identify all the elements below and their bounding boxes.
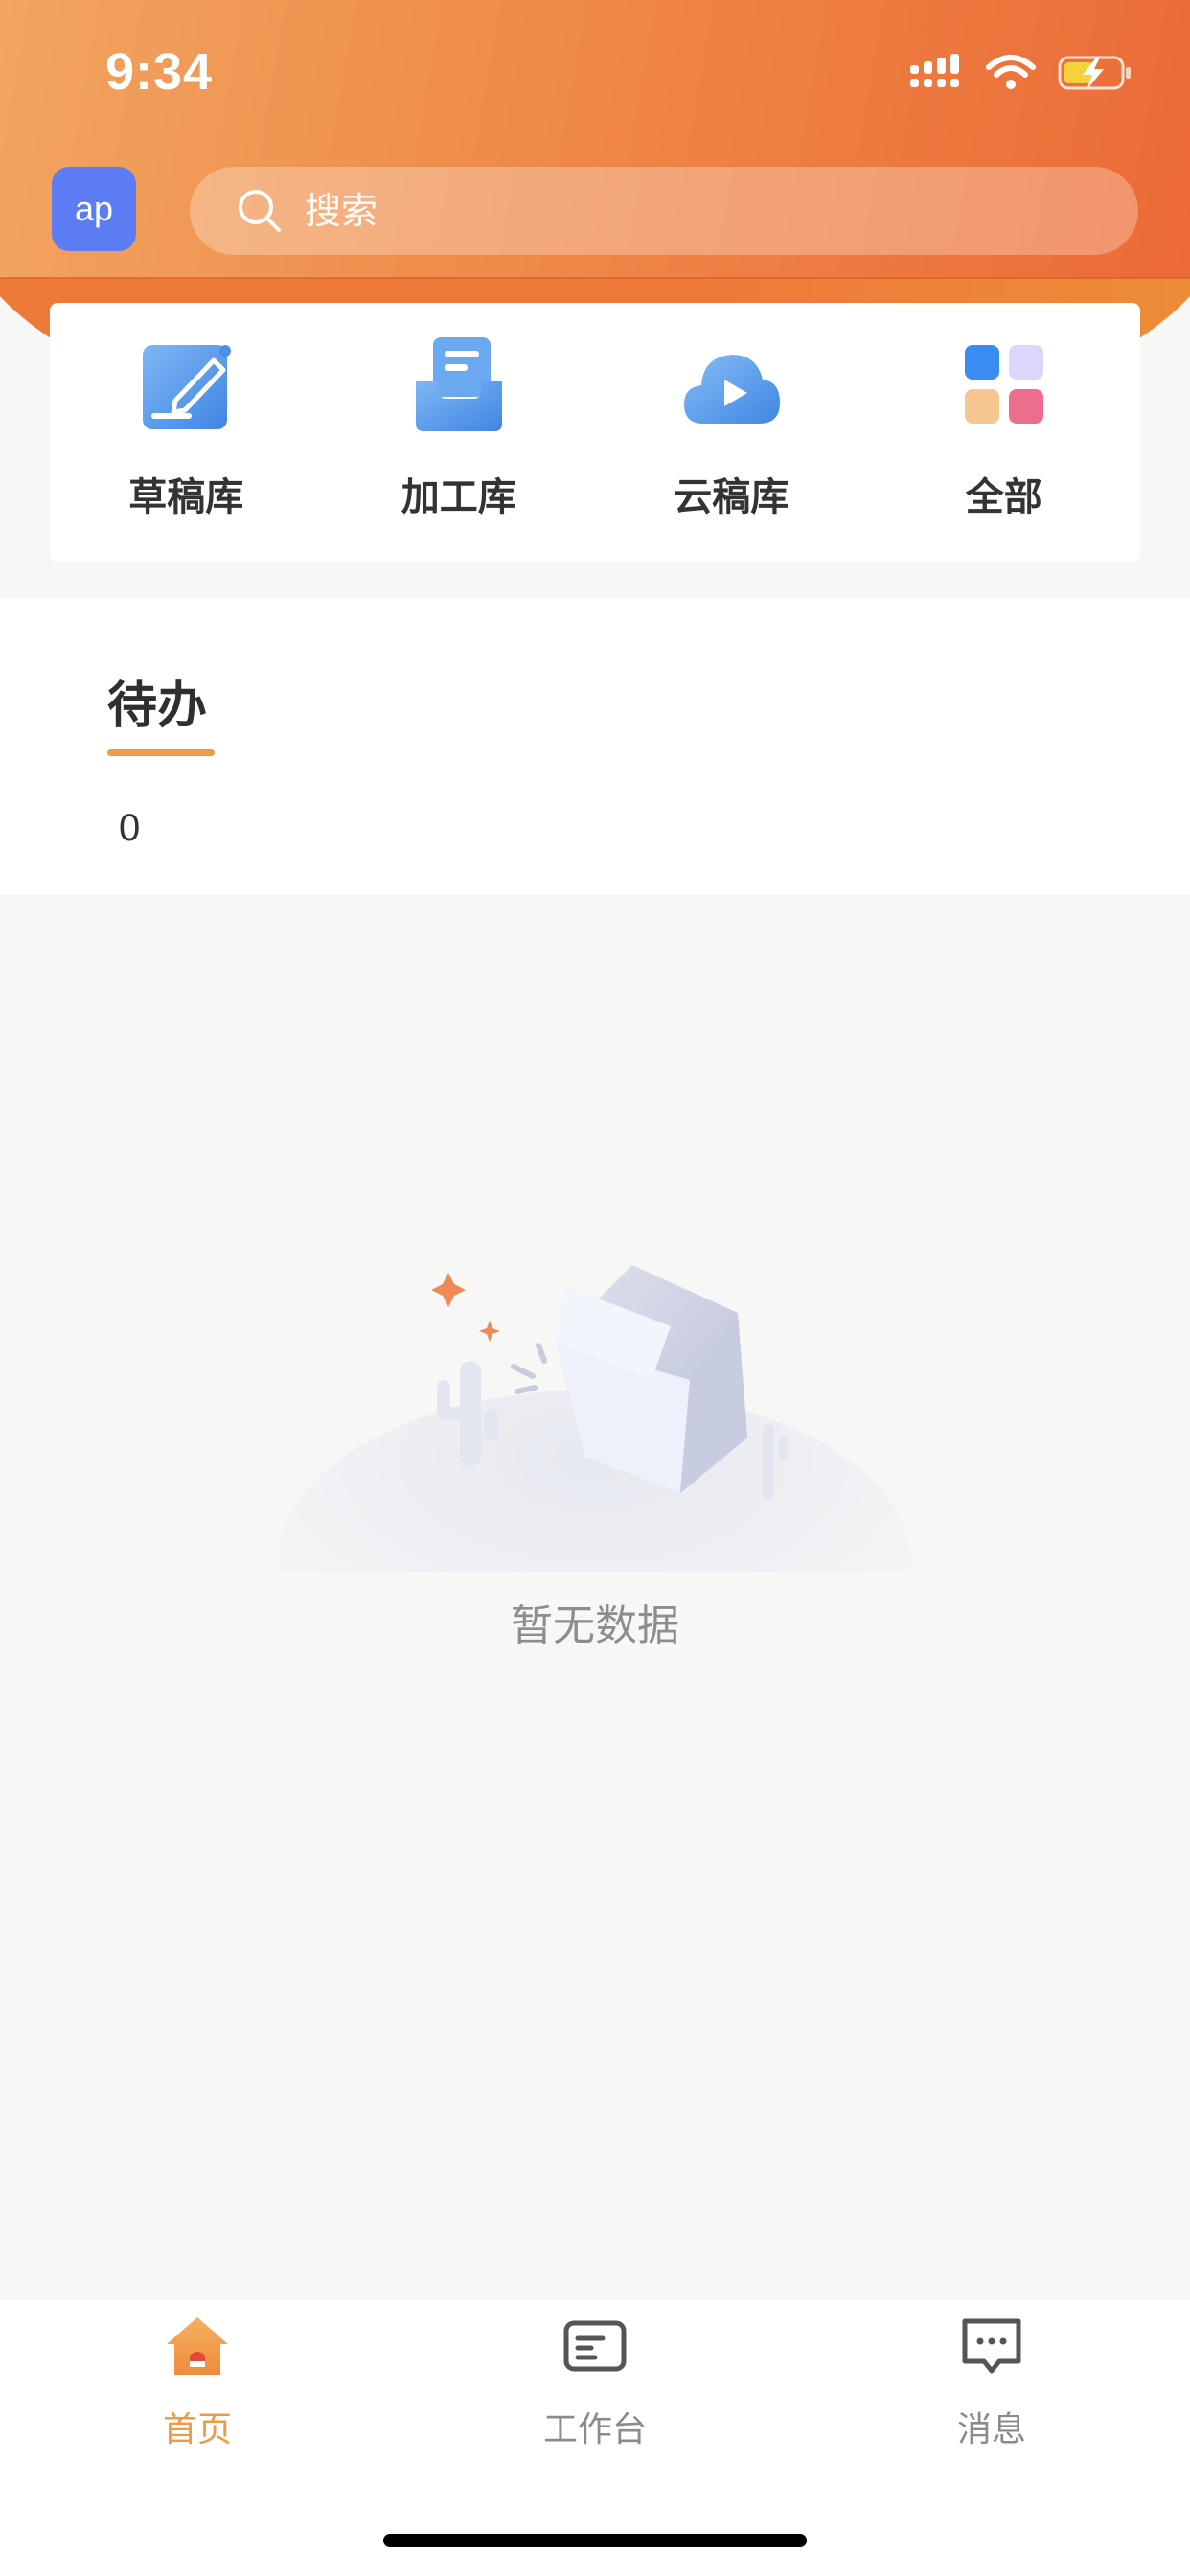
todo-section: 待办 0	[0, 598, 1190, 895]
status-icons	[910, 54, 1134, 92]
quick-action-label: 草稿库	[128, 475, 244, 519]
todo-count: 0	[119, 807, 141, 849]
all-apps-grid-icon	[964, 345, 1043, 424]
quick-action-all[interactable]: 全部	[889, 303, 1119, 521]
quick-action-cloud-library[interactable]: 云稿库	[616, 303, 846, 521]
nav-label: 首页	[162, 2410, 232, 2450]
tab-active-indicator	[107, 749, 215, 756]
battery-charging-icon	[1058, 56, 1131, 90]
quick-action-processing-library[interactable]: 加工库	[344, 303, 574, 521]
header-divider	[0, 277, 1190, 279]
nav-label: 工作台	[542, 2410, 647, 2450]
nav-item-home[interactable]: 首页	[82, 2312, 312, 2451]
quick-action-label: 云稿库	[674, 475, 790, 519]
wifi-icon	[986, 55, 1036, 89]
home-indicator	[383, 2534, 807, 2547]
empty-state: 暂无数据	[0, 1246, 1190, 1658]
tab-todo[interactable]: 待办	[107, 665, 207, 737]
cellular-signal-icon	[910, 54, 959, 87]
search-input[interactable]	[303, 189, 1073, 233]
quick-action-draft-library[interactable]: 草稿库	[71, 303, 301, 521]
quick-action-label: 加工库	[400, 475, 516, 519]
draft-edit-icon	[143, 345, 232, 429]
quick-action-label: 全部	[965, 475, 1042, 519]
quick-actions-card: 草稿库 加工库 云稿库 全部	[50, 303, 1140, 562]
empty-illustration	[278, 1265, 910, 1572]
cloud-play-icon	[684, 355, 781, 424]
nav-item-workbench[interactable]: 工作台	[480, 2312, 710, 2451]
header-top-row: ap	[0, 163, 1190, 259]
home-icon	[167, 2317, 228, 2375]
nav-label: 消息	[956, 2410, 1026, 2450]
status-bar: 9:34	[0, 0, 1190, 144]
message-icon	[962, 2318, 1021, 2374]
status-time: 9:34	[105, 43, 214, 101]
search-bar[interactable]	[190, 167, 1138, 255]
processing-tray-icon	[415, 337, 502, 431]
workbench-icon	[563, 2320, 627, 2372]
nav-item-messages[interactable]: 消息	[877, 2312, 1107, 2451]
user-avatar[interactable]: ap	[52, 167, 136, 251]
empty-message: 暂无数据	[511, 1601, 679, 1650]
search-icon	[239, 190, 281, 232]
